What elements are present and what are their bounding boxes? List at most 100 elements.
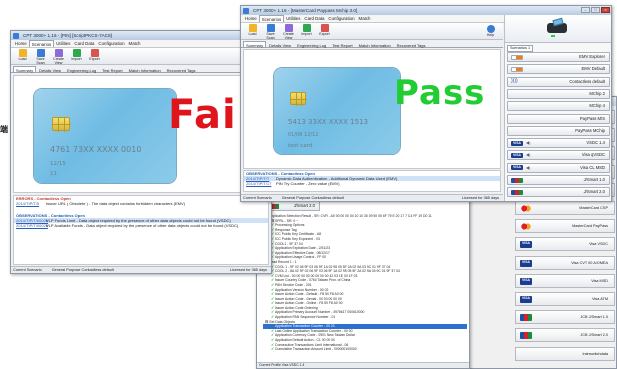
tab-summary[interactable]: Summary [13,66,37,73]
menu-item-scenarios[interactable]: Scenarios [258,15,285,22]
scenario-label: EMV Default [581,66,605,72]
tab-recovered-tags[interactable]: Recovered Tags [164,66,199,73]
fail-window-title: CPT 3000+ 1.16 - [PIN] [ScriptPKCS-7AC8] [23,33,112,38]
scenario-pane-tab[interactable]: Scenarios 1 [507,45,534,52]
menu-item-home[interactable]: Home [13,40,29,47]
scenario-button-contactless-default[interactable]: )))) Contactless default [507,76,610,87]
visa-logo-icon: VISA [511,165,523,171]
status-purpose: General Purpose Contactless default [281,196,344,200]
import-button[interactable]: Import [299,24,314,38]
load-button[interactable]: Load [245,24,260,38]
scenario-button-emv-default[interactable]: EMV Default [507,64,610,75]
scenario-label: Visa CL MSD [580,164,605,170]
ribbon-label: Create View [53,57,64,65]
minimize-icon[interactable]: – [581,7,590,13]
tab-test-report[interactable]: Test Report [329,41,355,48]
load-button[interactable]: Load [15,49,30,63]
profile-button-visa-vsdc[interactable]: VISA Visa VSDC [515,237,615,252]
export-button[interactable]: Export [317,24,332,38]
tab-summary[interactable]: Summary [243,41,267,48]
scenario-button-vsdc-1-4[interactable]: VISA ◀) VSDC 1.4 [507,138,610,149]
help-button[interactable]: Help [483,25,498,38]
menu-item-card-data[interactable]: Card Data [302,15,326,22]
pass-result-window: CPT 3000+ 1.16 - [MasterCard Paypass Mch… [240,5,612,202]
log-code[interactable]: 2014/TIP/T/17 [246,181,276,186]
scenario-button-visa-cl-msd[interactable]: VISA ◀) Visa CL MSD [507,162,610,173]
profile-button-visa-msd[interactable]: VISA Visa MSD [515,273,615,288]
tab-details-view[interactable]: Details View [266,41,294,48]
export-button[interactable]: Export [87,49,102,63]
profile-button-visa-cvt-00-a-omea[interactable]: VISA Visa CVT 00 A/OMEA [515,255,615,270]
tree-row-text: SPRL - SR: 0 ~ [275,218,299,223]
scenario-button-mchip-2[interactable]: MChip 2 [507,88,610,99]
maximize-icon[interactable]: □ [591,7,600,13]
tab-engineering-log[interactable]: Engineering Log [64,66,99,73]
scenario-button-paypass-mchip[interactable]: PayPass MChip [507,125,610,136]
tree-row[interactable]: ✓Cumulative Transaction Amount Limit - 0… [263,347,467,352]
tab-recovered-tags[interactable]: Recovered Tags [394,41,429,48]
profile-button-mastercard-paypass[interactable]: MasterCard PayPass [515,219,615,234]
discover-logo-icon [511,66,523,72]
profile-button-mastercard-csp[interactable]: MasterCard CSP [515,201,615,215]
create-view-button[interactable]: Create View [281,24,296,40]
visa-logo-icon: VISA [520,277,532,285]
partial-scenario-button[interactable]: J/Smart 2.0 [265,201,320,211]
log-row[interactable]: 2014/TIP/T/00028 VLP Available Funds - Da… [14,223,268,228]
scenario-button-emv-explorer[interactable]: EMV Explorer [507,52,610,62]
pass-log-panel[interactable]: OBSERVATIONS - Contactless Open 2014/TIP… [243,170,501,192]
test-tree-window: J/Smart 2.0 ⊟Application Selection Resul… [256,196,470,369]
menu-item-match[interactable]: Match [357,15,373,22]
import-icon [302,24,311,32]
visa-logo-icon: VISA [520,296,532,303]
pass-card-image: 5413 33XX XXXX 1513 01/08 12/12 test car… [274,68,400,154]
menu-item-scenarios[interactable]: Scenarios [28,40,55,47]
tree-row-text: CDOL1 - 9F 37 04 [275,241,303,246]
save-scan-button[interactable]: Save Scan [263,24,278,40]
menu-item-utilities[interactable]: Utilities [284,15,302,22]
scenario-button-mchip-4[interactable]: MChip 4 [507,101,610,112]
test-result-tree[interactable]: ⊟Application Selection Result - SR: CVR … [263,214,467,362]
scenario-button-j-smart-1-0[interactable]: J/Smart 1.0 [507,175,610,185]
import-button[interactable]: Import [69,49,84,63]
profile-label: Visa VSDC [589,242,608,247]
scenario-button-visa-qvsdc[interactable]: VISA ◀) Visa qVSDC [507,150,610,161]
import-icon [72,49,81,57]
tree-row-text: Application Transaction Counter - 00 23 [275,324,335,329]
profile-button-interswitchdata[interactable]: Interswitchdata [515,346,615,361]
menu-item-configuration[interactable]: Configuration [96,40,126,47]
scenario-label: J/Smart 1.0 [583,177,605,182]
close-icon[interactable]: × [601,7,610,13]
tab-match-information[interactable]: Match Information [356,41,394,48]
scenario-button-j-smart-2-0[interactable]: J/Smart 2.0 [507,187,610,198]
create-view-icon [284,24,293,32]
save-scan-button[interactable]: Save Scan [33,49,48,65]
tab-test-report[interactable]: Test Report [99,66,125,73]
log-row[interactable]: 2014/TIP/T/17 PIN Try Counter - Zero valu… [244,181,500,186]
scenario-button-paypass-m-s[interactable]: PayPass M/S [507,113,610,124]
tab-engineering-log[interactable]: Engineering Log [294,41,329,48]
menu-item-card-data[interactable]: Card Data [72,40,96,47]
scenario-label: VSDC 1.4 [586,140,605,146]
log-code[interactable]: 2014/TIP/T/5 [16,201,46,206]
profile-button-visa-atm[interactable]: VISA Visa ATM [515,292,615,306]
tab-match-information[interactable]: Match Information [126,66,164,73]
fail-log-panel[interactable]: ERRORS - Contactless Open 2014/TIP/T/5 Is… [13,195,269,265]
fail-card-number: 4761 73XX XXXX 0010 [50,145,142,154]
export-icon [320,24,329,32]
pass-card-name: test card [288,143,313,149]
log-code[interactable]: 2014/TIP/T/00028 [16,223,48,228]
load-icon [248,24,257,32]
tab-details-view[interactable]: Details View [36,66,64,73]
menu-item-home[interactable]: Home [243,15,259,22]
ribbon-label: Save Scan [266,32,275,40]
menu-item-utilities[interactable]: Utilities [54,40,72,47]
status-scenario: Current Scenario [13,268,42,272]
menu-item-match[interactable]: Match [127,40,143,47]
create-view-button[interactable]: Create View [51,49,66,65]
tree-row-text: ICC Public Key Exponent - 03 [275,236,320,241]
status-license: Licensed for 365 days [461,196,499,200]
profile-button-jcb-j-smart-1-0[interactable]: JCB J/Smart 1.0 [515,310,615,325]
menu-item-configuration[interactable]: Configuration [326,15,356,22]
ribbon-label: Export [319,32,330,36]
profile-button-jcb-j-smart-2-0[interactable]: JCB J/Smart 2.0 [515,328,615,343]
